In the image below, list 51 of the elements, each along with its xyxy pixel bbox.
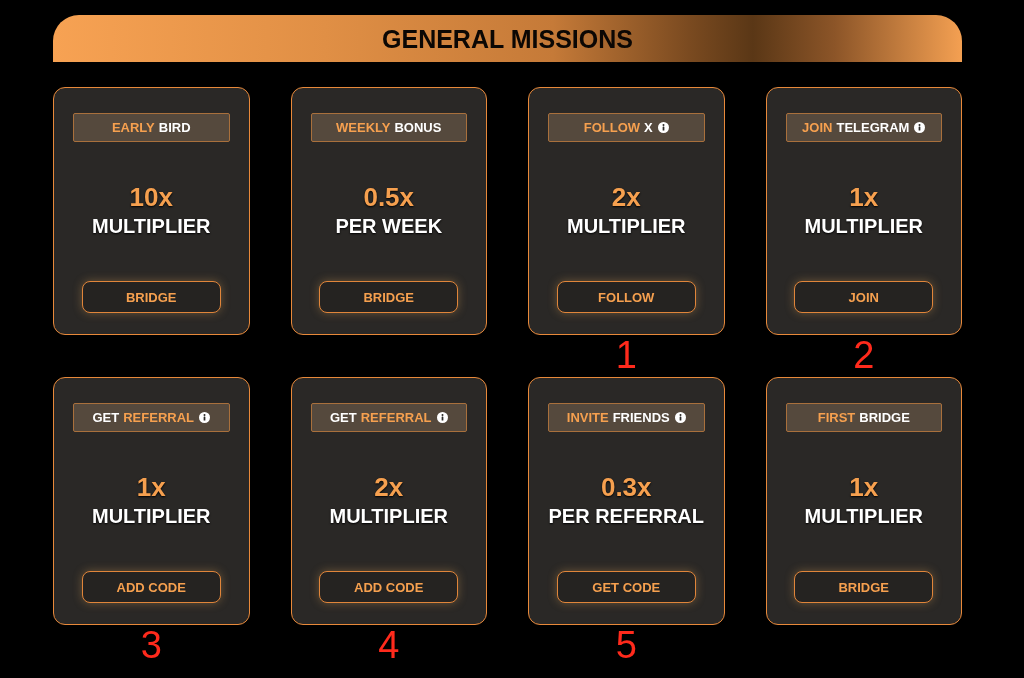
tag-word: X <box>644 119 653 136</box>
mission-button[interactable]: BRIDGE <box>81 281 221 313</box>
tag-word: BONUS <box>394 119 442 136</box>
tag-word: REFERRAL <box>360 409 432 426</box>
annotation-number: 5 <box>615 626 637 664</box>
tag-word: JOIN <box>802 119 833 136</box>
tag-word: FIRST <box>817 409 856 426</box>
tag-word: REFERRAL <box>123 409 194 426</box>
annotation-number: 3 <box>140 626 162 664</box>
mission-button[interactable]: BRIDGE <box>794 571 934 603</box>
multiplier-value: 2x <box>374 472 404 502</box>
multiplier-label: MULTIPLIER <box>804 505 923 528</box>
multiplier-value: 2x <box>611 182 641 212</box>
mission-button[interactable]: GET CODE <box>556 571 696 603</box>
annotation-number: 2 <box>853 336 875 374</box>
multiplier-value: 1x <box>849 472 879 502</box>
mission-button[interactable]: ADD CODE <box>319 571 459 603</box>
multiplier-value: 10x <box>129 182 173 212</box>
info-icon[interactable] <box>199 412 210 423</box>
multiplier-label: MULTIPLIER <box>92 215 211 238</box>
info-icon[interactable] <box>657 122 669 133</box>
tag-word: BIRD <box>158 119 191 136</box>
section-title: GENERAL MISSIONS <box>382 23 633 54</box>
annotation-number: 1 <box>615 336 637 374</box>
multiplier-label: MULTIPLIER <box>92 505 211 528</box>
info-icon[interactable] <box>436 412 448 423</box>
tag-word: FOLLOW <box>583 119 641 136</box>
mission-button[interactable]: BRIDGE <box>319 281 459 313</box>
multiplier-label: MULTIPLIER <box>329 505 448 528</box>
tag-word: WEEKLY <box>336 119 391 136</box>
multiplier-label: MULTIPLIER <box>804 215 923 238</box>
info-icon[interactable] <box>914 122 926 133</box>
multiplier-value: 0.5x <box>363 182 415 212</box>
mission-button[interactable]: JOIN <box>794 281 934 313</box>
multiplier-label: MULTIPLIER <box>567 215 686 238</box>
tag-word: EARLY <box>111 119 155 136</box>
annotation-number: 4 <box>378 626 400 664</box>
tag-word: TELEGRAM <box>836 119 910 136</box>
multiplier-value: 0.3x <box>600 472 652 502</box>
tag-word: GET <box>92 409 120 426</box>
info-icon[interactable] <box>674 412 686 423</box>
tag-word: FRIENDS <box>612 409 670 426</box>
multiplier-label: PER REFERRAL <box>548 505 705 528</box>
multiplier-label: PER WEEK <box>335 215 443 238</box>
mission-button[interactable]: ADD CODE <box>81 571 221 603</box>
multiplier-value: 1x <box>849 182 879 212</box>
tag-word: BRIDGE <box>859 409 910 426</box>
mission-button[interactable]: FOLLOW <box>556 281 696 313</box>
tag-word: INVITE <box>566 409 609 426</box>
multiplier-value: 1x <box>136 472 166 502</box>
tag-word: GET <box>330 409 357 426</box>
